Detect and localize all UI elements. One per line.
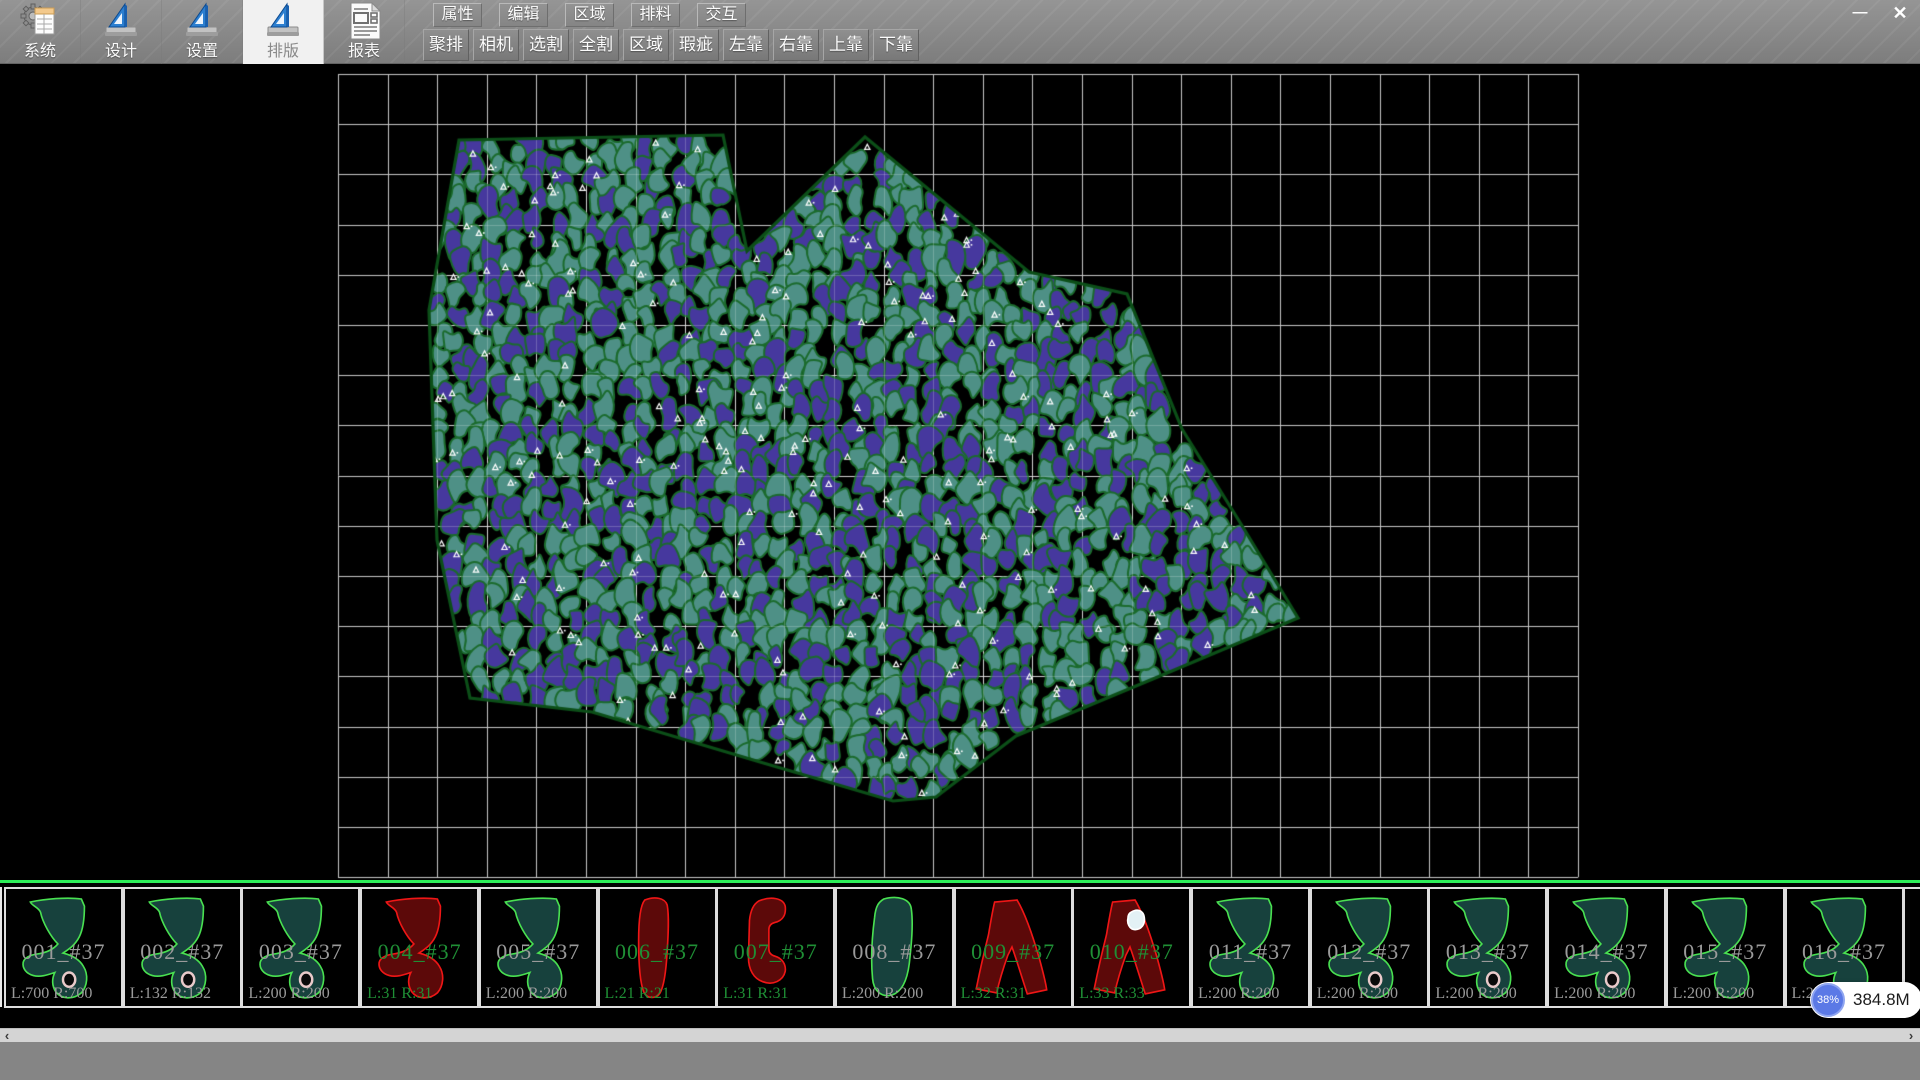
piece-thumbnail-8[interactable]: 008_#37 L:200 R:200: [835, 887, 954, 1008]
close-button[interactable]: ✕: [1884, 2, 1916, 24]
module-button-4[interactable]: 报表: [324, 0, 405, 64]
tool-button-row: 聚排相机选割全割区域瑕疵左靠右靠上靠下靠: [423, 29, 919, 61]
scroll-right-arrow-icon[interactable]: ›: [1904, 1029, 1918, 1043]
progress-percent-circle: 38%: [1811, 983, 1845, 1017]
piece-name: 011_#37: [1193, 939, 1308, 965]
report-doc-icon: [344, 1, 384, 41]
piece-counts: L:200 R:200: [486, 985, 567, 1003]
piece-counts: L:31 R:31: [723, 985, 788, 1003]
piece-thumbnail-15[interactable]: 015_#37 L:200 R:200: [1666, 887, 1785, 1008]
strip-left-edge: [0, 887, 2, 1007]
tool-button-9[interactable]: 下靠: [873, 29, 919, 61]
piece-name: 010_#37: [1074, 939, 1189, 965]
scroll-left-arrow-icon[interactable]: ‹: [0, 1029, 14, 1043]
piece-thumbnail-6[interactable]: 006_#37 L:21 R:21: [598, 887, 717, 1008]
piece-name: 001_#37: [6, 939, 121, 965]
tool-button-2[interactable]: 选割: [523, 29, 569, 61]
piece-name: 008_#37: [837, 939, 952, 965]
nesting-ruler-icon: [263, 1, 303, 41]
window-controls: — ✕: [1844, 2, 1916, 24]
design-ruler-icon: [101, 1, 141, 41]
piece-thumbnail-1[interactable]: 001_#37 L:700 R:700: [4, 887, 123, 1008]
module-button-3[interactable]: 排版: [243, 0, 324, 64]
piece-thumbnail-3[interactable]: 003_#37 L:200 R:200: [241, 887, 360, 1008]
piece-counts: L:700 R:700: [11, 985, 92, 1003]
piece-counts: L:200 R:200: [1435, 985, 1516, 1003]
tool-button-5[interactable]: 瑕疵: [673, 29, 719, 61]
tool-button-1[interactable]: 相机: [473, 29, 519, 61]
piece-thumbnail-5[interactable]: 005_#37 L:200 R:200: [479, 887, 598, 1008]
memory-usage-label: 384.8M: [1853, 990, 1910, 1010]
module-button-0[interactable]: 系统: [0, 0, 81, 64]
module-label: 设计: [105, 42, 137, 62]
application-window: 系统设计设置排版报表 属性编辑区域排料交互 聚排相机选割全割区域瑕疵左靠右靠上靠…: [0, 0, 1920, 1080]
menu-tab-1[interactable]: 编辑: [499, 3, 548, 27]
piece-thumbnail-14[interactable]: 014_#37 L:200 R:200: [1547, 887, 1666, 1008]
module-label: 报表: [348, 42, 380, 62]
horizontal-scrollbar[interactable]: ‹ ›: [0, 1028, 1920, 1042]
piece-thumbnail-10[interactable]: 010_#37 L:33 R:33: [1072, 887, 1191, 1008]
piece-counts: L:33 R:33: [1079, 985, 1144, 1003]
piece-counts: L:132 R:132: [130, 985, 211, 1003]
tool-button-4[interactable]: 区域: [623, 29, 669, 61]
piece-name: 003_#37: [243, 939, 358, 965]
piece-name: 007_#37: [718, 939, 833, 965]
tool-button-0[interactable]: 聚排: [423, 29, 469, 61]
piece-counts: L:31 R:31: [367, 985, 432, 1003]
piece-thumbnail-11[interactable]: 011_#37 L:200 R:200: [1191, 887, 1310, 1008]
piece-name: 016_#37: [1787, 939, 1902, 965]
menu-tab-0[interactable]: 属性: [433, 3, 482, 27]
module-button-1[interactable]: 设计: [81, 0, 162, 64]
settings-ruler-icon: [182, 1, 222, 41]
piece-counts: L:200 R:200: [248, 985, 329, 1003]
piece-name: 002_#37: [125, 939, 240, 965]
nesting-canvas[interactable]: [0, 64, 1920, 880]
piece-name: 012_#37: [1312, 939, 1427, 965]
minimize-button[interactable]: —: [1844, 2, 1876, 24]
menu-tab-bar: 属性编辑区域排料交互: [433, 3, 746, 27]
piece-counts: L:200 R:200: [842, 985, 923, 1003]
piece-counts: L:200 R:200: [1317, 985, 1398, 1003]
piece-counts: L:200 R:200: [1554, 985, 1635, 1003]
piece-name: 015_#37: [1668, 939, 1783, 965]
toolbar: 系统设计设置排版报表 属性编辑区域排料交互 聚排相机选割全割区域瑕疵左靠右靠上靠…: [0, 0, 1920, 64]
module-bar: 系统 设计 设置 排版 报表: [0, 0, 405, 64]
piece-name: 006_#37: [600, 939, 715, 965]
menu-tab-4[interactable]: 交互: [697, 3, 746, 27]
piece-name: 013_#37: [1430, 939, 1545, 965]
piece-counts: L:32 R:31: [961, 985, 1026, 1003]
piece-name: 005_#37: [481, 939, 596, 965]
piece-name: 014_#37: [1549, 939, 1664, 965]
pieces-strip: 001_#37 L:700 R:700 002_#37 L:132 R:132 003_…: [0, 880, 1920, 1028]
tool-button-6[interactable]: 左靠: [723, 29, 769, 61]
system-gear-icon: [20, 1, 60, 41]
status-bar: [0, 1042, 1920, 1080]
piece-thumbnail-2[interactable]: 002_#37 L:132 R:132: [123, 887, 242, 1008]
module-label: 设置: [186, 42, 218, 62]
tool-button-3[interactable]: 全割: [573, 29, 619, 61]
tool-button-8[interactable]: 上靠: [823, 29, 869, 61]
module-button-2[interactable]: 设置: [162, 0, 243, 64]
piece-name: 009_#37: [956, 939, 1071, 965]
piece-name: 004_#37: [362, 939, 477, 965]
menu-tab-2[interactable]: 区域: [565, 3, 614, 27]
piece-counts: L:21 R:21: [605, 985, 670, 1003]
piece-thumbnail-7[interactable]: 007_#37 L:31 R:31: [716, 887, 835, 1008]
progress-badge[interactable]: 38% 384.8M: [1810, 982, 1920, 1018]
piece-thumbnail-12[interactable]: 012_#37 L:200 R:200: [1310, 887, 1429, 1008]
module-label: 排版: [267, 42, 299, 62]
module-label: 系统: [24, 42, 56, 62]
piece-thumbnail-4[interactable]: 004_#37 L:31 R:31: [360, 887, 479, 1008]
piece-counts: L:200 R:200: [1198, 985, 1279, 1003]
menu-tab-3[interactable]: 排料: [631, 3, 680, 27]
piece-thumbnail-9[interactable]: 009_#37 L:32 R:31: [954, 887, 1073, 1008]
tool-button-7[interactable]: 右靠: [773, 29, 819, 61]
piece-counts: L:200 R:200: [1673, 985, 1754, 1003]
piece-thumbnail-13[interactable]: 013_#37 L:200 R:200: [1428, 887, 1547, 1008]
